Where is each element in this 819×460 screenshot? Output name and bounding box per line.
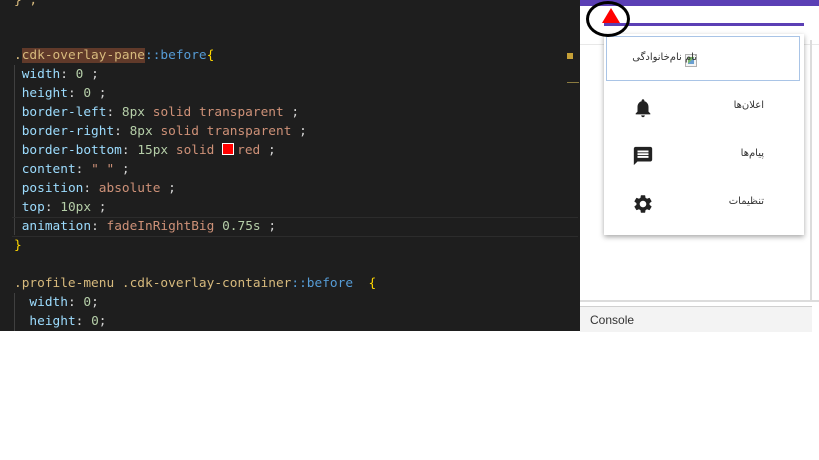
code-line-selector: .profile-menu .cdk-overlay-container::be… <box>14 276 377 291</box>
code-line-selector: .cdk-overlay-pane::before{ <box>14 48 215 63</box>
menu-item-notifications[interactable]: اعلان‌ها <box>604 84 804 132</box>
gear-icon <box>634 195 652 213</box>
toolbar-bar <box>604 23 804 26</box>
menu-item-messages[interactable]: پیام‌ها <box>604 132 804 180</box>
scrollbar-line <box>567 82 579 83</box>
code-line-decl: border-right: 8px solid transparent ; <box>21 124 307 139</box>
console-label: Console <box>590 313 635 327</box>
prev-fragment: } ; <box>14 0 38 8</box>
code-line-decl: content: " " ; <box>21 162 130 177</box>
code-line-prev: } ; <box>14 0 37 10</box>
pseudo-element: ::before <box>145 48 207 63</box>
divider <box>810 40 812 302</box>
message-icon <box>633 146 653 166</box>
profile-name: نام نام‌خانوادگی <box>632 52 697 63</box>
bell-icon <box>635 99 651 118</box>
console-tab[interactable]: Console <box>580 306 812 332</box>
selector-name: cdk-overlay-pane <box>21 48 145 63</box>
code-line-decl: top: 10px ; <box>21 200 107 215</box>
menu-item-settings[interactable]: تنظیمات <box>604 180 804 228</box>
highlight-circle <box>586 1 630 37</box>
code-line-decl: border-bottom: 15px solid red ; <box>21 143 276 158</box>
color-swatch[interactable] <box>222 143 235 155</box>
divider <box>580 300 819 302</box>
profile-menu: نام نام‌خانوادگی اعلان‌ها پیام‌ها تنظیما… <box>604 34 804 235</box>
menu-item-label: پیام‌ها <box>740 148 764 159</box>
browser-preview: نام نام‌خانوادگی اعلان‌ها پیام‌ها تنظیما… <box>580 0 819 331</box>
code-line-decl: width: 0; <box>29 295 99 310</box>
code-line-decl: animation: fadeInRightBig 0.75s ; <box>21 219 277 234</box>
code-line-decl: border-left: 8px solid transparent ; <box>21 105 300 120</box>
code-line-close: } <box>14 238 22 253</box>
menu-item-label: تنظیمات <box>728 196 764 207</box>
profile-header[interactable]: نام نام‌خانوادگی <box>606 36 800 81</box>
code-line-decl: width: 0 ; <box>21 67 99 82</box>
code-editor[interactable]: } ; .cdk-overlay-pane::before{ width: 0 … <box>0 0 580 331</box>
code-line-decl: position: absolute ; <box>21 181 176 196</box>
scrollbar-marker <box>567 53 573 59</box>
code-line-decl: height: 0; <box>29 314 107 329</box>
code-line-decl: height: 0 ; <box>21 86 107 101</box>
menu-item-label: اعلان‌ها <box>733 100 764 111</box>
